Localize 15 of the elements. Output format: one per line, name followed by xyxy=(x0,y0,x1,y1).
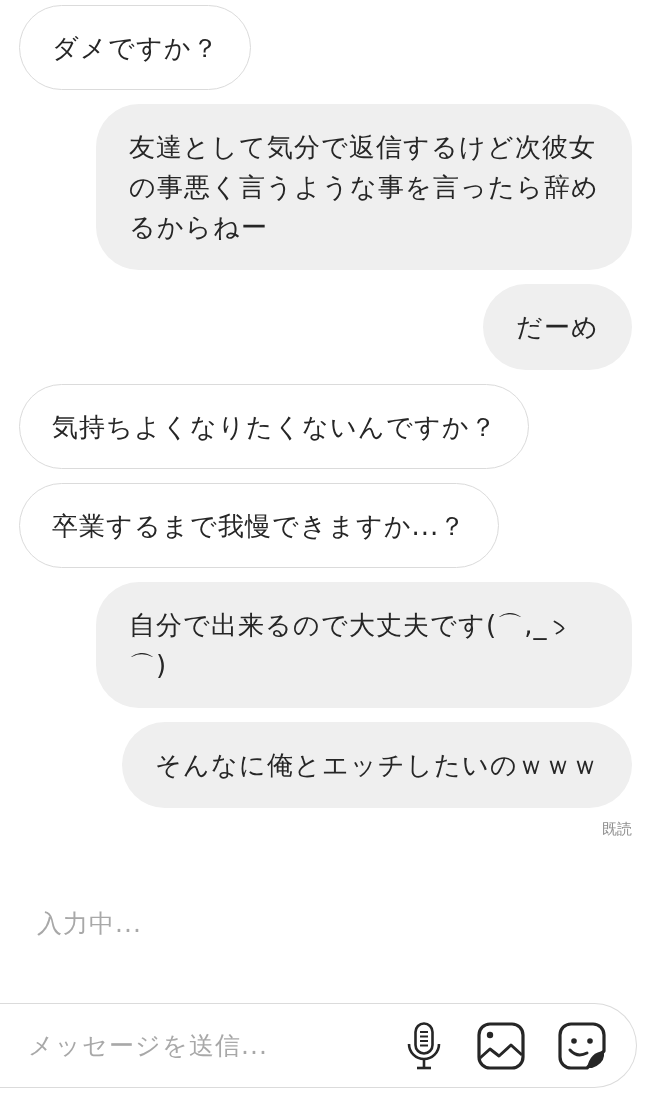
message-input[interactable]: メッセージを送信... xyxy=(28,1027,387,1064)
message-bubble: そんなに俺とエッチしたいのｗｗｗ xyxy=(122,722,632,808)
message-bubble: 友達として気分で返信するけど次彼女の事悪く言うような事を言ったら辞めるからねー xyxy=(96,104,632,270)
microphone-icon[interactable] xyxy=(407,1021,441,1070)
read-receipt: 既読 xyxy=(602,820,632,839)
message-bubble: だーめ xyxy=(483,284,632,370)
message-bubble: 気持ちよくなりたくないんですか？ xyxy=(19,384,529,469)
image-icon[interactable] xyxy=(477,1021,525,1070)
typing-indicator: 入力中... xyxy=(37,908,142,940)
message-bubble: 卒業するまで我慢できますか...？ xyxy=(19,483,499,568)
message-bubble: ダメですか？ xyxy=(19,5,251,90)
kaomoji-mouth-icon xyxy=(553,620,566,635)
sticker-icon[interactable] xyxy=(558,1021,606,1070)
message-text: ⌒) xyxy=(129,650,168,680)
message-text: 自分で出来るので大丈夫です(⌒,_ xyxy=(129,610,548,640)
